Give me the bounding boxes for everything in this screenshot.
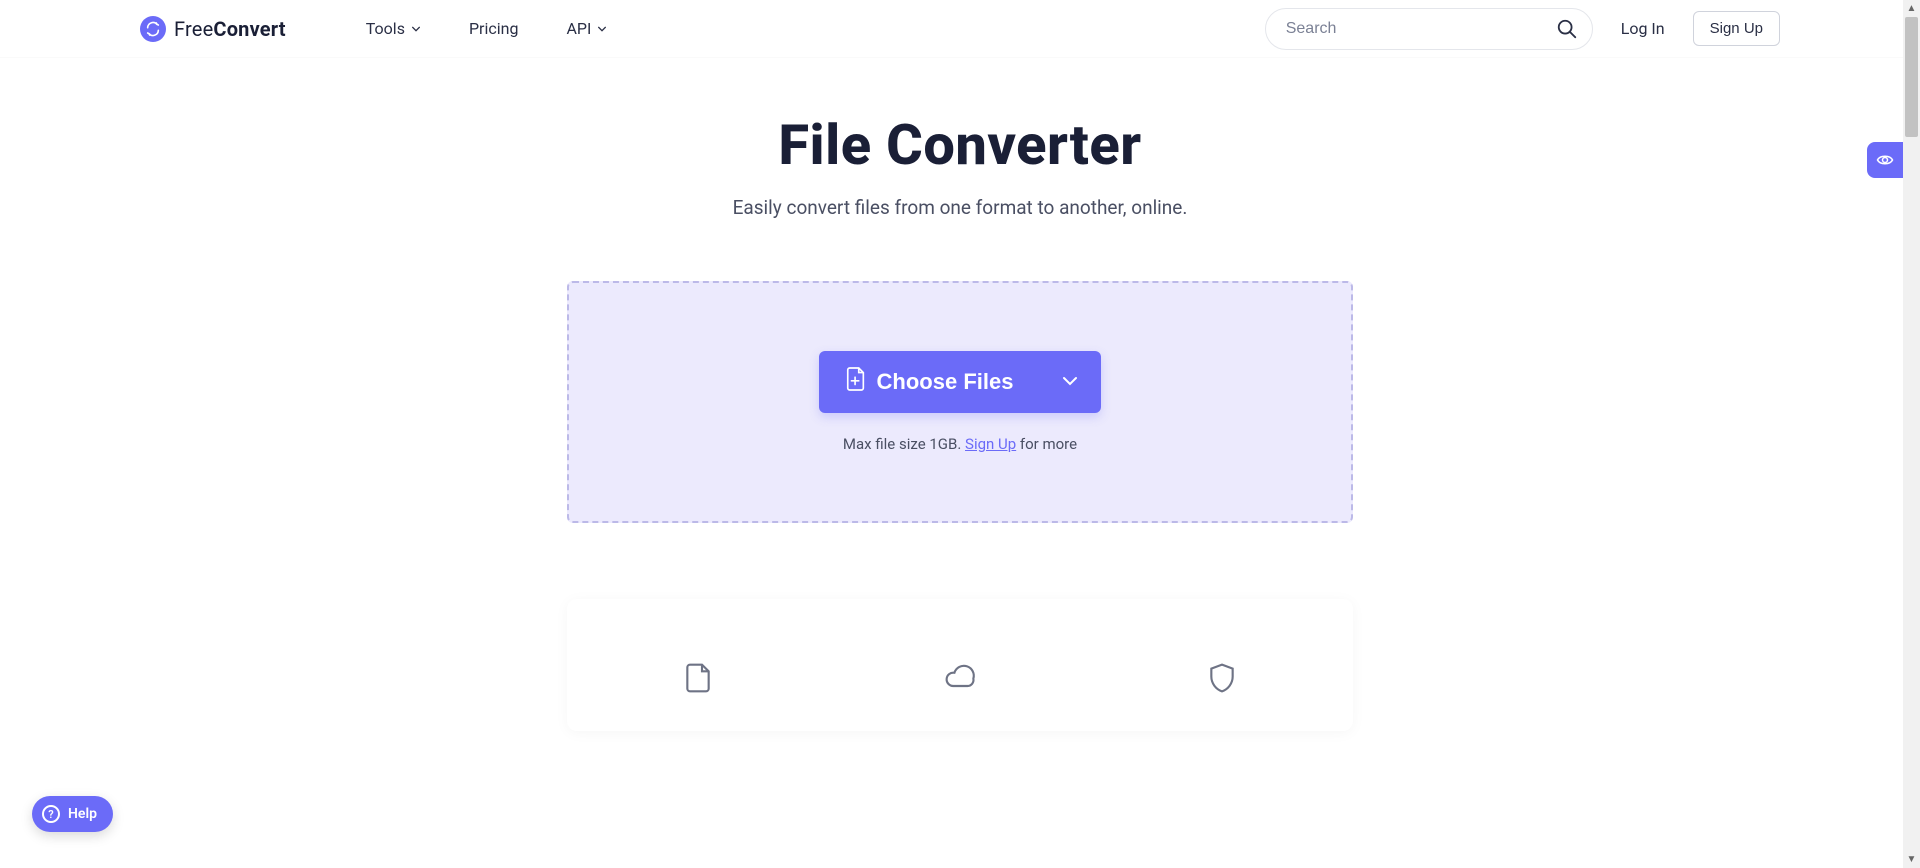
help-label: Help: [68, 806, 97, 822]
chevron-down-icon: [597, 24, 607, 34]
size-note-suffix: for more: [1016, 435, 1077, 453]
nav-tools-label: Tools: [366, 19, 405, 38]
nav-pricing-label: Pricing: [469, 19, 519, 38]
chevron-down-icon: [1061, 372, 1079, 393]
size-note-prefix: Max file size 1GB.: [843, 435, 965, 453]
nav-tools[interactable]: Tools: [366, 19, 421, 38]
nav-api[interactable]: API: [566, 19, 607, 38]
search-icon[interactable]: [1556, 18, 1578, 40]
signup-button[interactable]: Sign Up: [1693, 11, 1780, 46]
shield-icon: [1205, 661, 1239, 695]
main-nav: Tools Pricing API: [366, 19, 608, 38]
page-subtitle: Easily convert files from one format to …: [0, 196, 1920, 219]
upload-size-note: Max file size 1GB. Sign Up for more: [843, 435, 1077, 453]
drop-wrapper: Choose Files Max file size 1GB. Sign Up …: [0, 281, 1920, 523]
choose-files-group: Choose Files: [819, 351, 1102, 413]
file-icon: [681, 661, 715, 695]
header: FreeConvert Tools Pricing API Log In Si: [0, 0, 1920, 58]
hero: File Converter Easily convert files from…: [0, 112, 1920, 219]
nav-api-label: API: [566, 19, 591, 38]
header-right: Log In Sign Up: [1265, 8, 1780, 50]
feature-card: [567, 599, 1353, 731]
accessibility-widget[interactable]: [1867, 142, 1903, 178]
login-link[interactable]: Log In: [1621, 19, 1665, 38]
logo[interactable]: FreeConvert: [140, 16, 286, 42]
logo-text-bold: Convert: [213, 17, 285, 41]
choose-files-button[interactable]: Choose Files: [819, 351, 1040, 413]
logo-text-light: Free: [174, 17, 213, 41]
help-button[interactable]: ? Help: [32, 796, 113, 832]
logo-mark-icon: [140, 16, 166, 42]
drop-zone[interactable]: Choose Files Max file size 1GB. Sign Up …: [567, 281, 1353, 523]
vertical-scrollbar[interactable]: ▲ ▼: [1903, 0, 1920, 868]
chevron-down-icon: [411, 24, 421, 34]
feature-card-wrapper: [0, 599, 1920, 731]
choose-files-dropdown[interactable]: [1039, 351, 1101, 413]
scrollbar-down-arrow[interactable]: ▼: [1903, 851, 1920, 868]
help-icon: ?: [42, 805, 60, 823]
logo-text: FreeConvert: [174, 17, 286, 41]
file-plus-icon: [845, 366, 867, 398]
scrollbar-thumb[interactable]: [1905, 17, 1918, 137]
page-title: File Converter: [0, 112, 1920, 178]
scrollbar-up-arrow[interactable]: ▲: [1903, 0, 1920, 17]
cloud-icon: [943, 661, 977, 695]
nav-pricing[interactable]: Pricing: [469, 19, 519, 38]
choose-files-label: Choose Files: [877, 369, 1014, 395]
search-input[interactable]: [1286, 20, 1556, 38]
search-box[interactable]: [1265, 8, 1593, 50]
size-note-signup-link[interactable]: Sign Up: [965, 435, 1016, 453]
